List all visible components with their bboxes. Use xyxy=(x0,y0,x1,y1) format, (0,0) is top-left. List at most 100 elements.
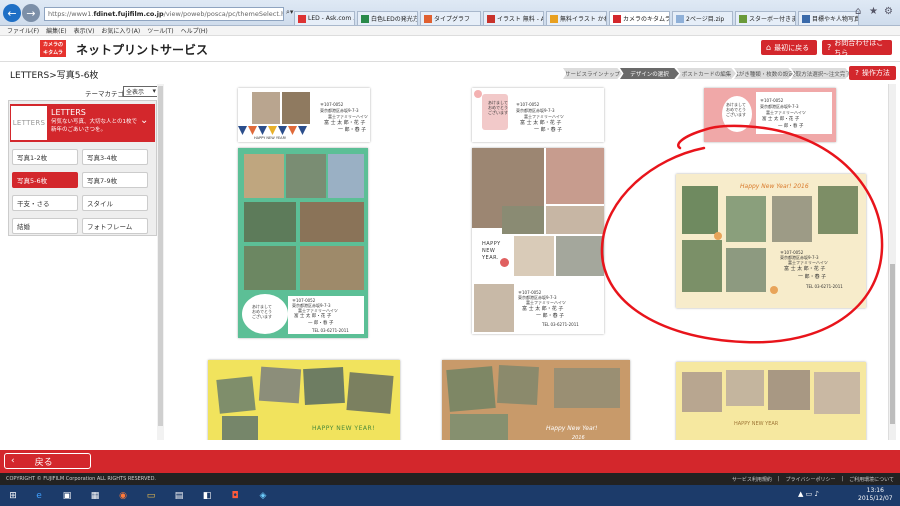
back-arrow-icon[interactable]: ← xyxy=(3,4,21,22)
design-card[interactable]: あけまして おめでとう ございます 〒107-0052 東京都港区赤坂9-7-3… xyxy=(238,148,368,338)
browser-tab[interactable]: カメラのキタムラ... xyxy=(609,11,670,25)
media-icon[interactable]: ◉ xyxy=(112,488,134,504)
design-card[interactable]: あけまして おめでとう ございます 〒107-0052 東京都港区赤坂9-7-3… xyxy=(472,88,604,142)
folder-icon[interactable]: ▭ xyxy=(140,488,162,504)
return-to-start-button[interactable]: ⌂ 最初に戻る xyxy=(761,40,817,55)
howto-button[interactable]: ? 操作方法 xyxy=(849,66,896,80)
footer-bar xyxy=(0,450,900,473)
chevron-left-icon: ‹ xyxy=(11,456,15,466)
design-card[interactable]: HAPPY NEW YEAR. 〒107-0052 東京都港区赤坂9-7-3 富… xyxy=(472,148,604,334)
windows-start-icon[interactable]: ⊞ xyxy=(2,488,24,504)
category-select[interactable]: 全表示 xyxy=(123,86,158,97)
link-environment[interactable]: ご利用環境について xyxy=(849,476,894,483)
browser-tab[interactable]: LED - Ask.com ... xyxy=(294,11,355,25)
photo-thumb xyxy=(328,154,364,198)
browser-tab-label: カメラのキタムラ... xyxy=(623,16,670,23)
category-button[interactable]: 写真1-2枚 xyxy=(12,149,78,165)
browser-tab[interactable]: 白色LEDの発光方... xyxy=(357,11,418,25)
menu-file[interactable]: ファイル(F) xyxy=(7,26,39,35)
browser-tab-label: 2ページ目.zip xyxy=(686,16,725,23)
address-text: 東京都港区赤坂9-7-3 xyxy=(516,108,555,113)
design-card[interactable]: HAPPY NEW YEAR! xyxy=(208,360,400,440)
browser-tab-label: イラスト 無料 - A... xyxy=(497,16,543,23)
photo-thumb xyxy=(450,414,508,440)
left-scrollbar[interactable] xyxy=(157,84,164,440)
logo-text-1: カメラの xyxy=(42,42,63,48)
clock[interactable]: 13:16 2015/12/07 xyxy=(858,487,893,503)
favicon-icon xyxy=(487,14,495,23)
favicon-icon xyxy=(424,14,432,23)
app-icon[interactable]: ▤ xyxy=(168,488,190,504)
address-bar[interactable]: https://www1. fdinet.fujifilm.co.jp/view/… xyxy=(44,7,284,21)
right-scrollbar[interactable] xyxy=(888,84,896,440)
menu-help[interactable]: ヘルプ(H) xyxy=(181,26,208,35)
clock-time: 13:16 xyxy=(866,487,884,494)
design-card[interactable]: HAPPY NEW YEAR! 〒107-0052 東京都港区赤坂9-7-3 富… xyxy=(238,88,370,142)
category-button[interactable]: 写真3-4枚 xyxy=(82,149,148,165)
photo-thumb xyxy=(682,372,722,412)
forward-arrow-icon[interactable]: → xyxy=(22,4,40,22)
photo-thumb xyxy=(726,370,764,406)
letters-description: 何気ない写真、大切な人との1枚で新年のごあいさつを。 xyxy=(51,119,137,133)
category-selected: 全表示 xyxy=(126,89,145,96)
chevron-down-icon[interactable]: ⌄ xyxy=(140,115,148,126)
photo-thumb xyxy=(222,416,258,440)
favicon-icon xyxy=(550,14,558,23)
progress-step: はがき種類・枚数の設定 xyxy=(734,68,793,79)
design-card[interactable]: HAPPY NEW YEAR xyxy=(676,362,866,440)
app-icon[interactable]: ◈ xyxy=(252,488,274,504)
browser-tab[interactable]: イラスト 無料 - A... xyxy=(483,11,544,25)
design-card[interactable]: Happy New Year! 2016 xyxy=(442,360,630,440)
browser-tab[interactable]: 2ページ目.zip xyxy=(672,11,733,25)
progress-step: 受取方法選択〜注文完了 xyxy=(791,68,850,79)
photo-thumb xyxy=(300,202,364,242)
category-button[interactable]: 干支・さる xyxy=(12,195,78,211)
tel-text: TEL 03-6271-2011 xyxy=(542,322,579,327)
bunting-decoration xyxy=(238,126,307,135)
kitamura-logo[interactable]: カメラの キタムラ xyxy=(40,40,66,57)
browser-tab[interactable]: タイプグラフ xyxy=(420,11,481,25)
favicon-icon xyxy=(739,14,747,23)
menu-view[interactable]: 表示(V) xyxy=(74,26,95,35)
menu-favorites[interactable]: お気に入り(A) xyxy=(101,26,140,35)
photo-thumb xyxy=(446,366,496,412)
browser-tab-label: 目標やキ人物写真... xyxy=(812,16,859,23)
gear-icon[interactable]: ⚙ xyxy=(884,6,893,17)
search-icon[interactable]: ⌕▾ xyxy=(286,8,293,17)
contact-button[interactable]: ? お問合わせはこちら xyxy=(822,39,892,57)
menu-bar: ファイル(F) 編集(E) 表示(V) お気に入り(A) ツール(T) ヘルプ(… xyxy=(0,26,900,36)
menu-edit[interactable]: 編集(E) xyxy=(46,26,66,35)
category-button[interactable]: 写真5-6枚 xyxy=(12,172,78,188)
browser-tab[interactable]: スターボー付きまくれ... xyxy=(735,11,796,25)
greeting-kana: あけまして おめでとう ございます xyxy=(488,100,508,115)
app-icon[interactable]: ▦ xyxy=(84,488,106,504)
link-terms[interactable]: サービス利用規約 xyxy=(732,476,772,483)
postal-code: 〒107-0052 xyxy=(760,98,784,103)
photo-thumb xyxy=(502,206,544,234)
app-icon[interactable]: ▣ xyxy=(56,488,78,504)
browser-tab[interactable]: 無料イラスト かわい... xyxy=(546,11,607,25)
browser-tab[interactable]: 目標やキ人物写真... xyxy=(798,11,859,25)
names-text-2: 一 郎・春 子 xyxy=(536,313,565,319)
tray-icons[interactable]: ▲ ▭ ♪ xyxy=(798,490,819,498)
app-icon[interactable]: ◘ xyxy=(224,488,246,504)
address-text: 東京都港区赤坂9-7-3 xyxy=(760,104,799,109)
url-path: /view/poweb/posca/pc/themeSelect.htm xyxy=(163,10,284,18)
category-button[interactable]: スタイル xyxy=(82,195,148,211)
names-text: 富 士 太 郎・花 子 xyxy=(520,120,562,126)
favicon-icon xyxy=(802,14,810,23)
category-button[interactable]: 写真7-9枚 xyxy=(82,172,148,188)
back-button[interactable]: ‹ 戻る xyxy=(4,453,91,469)
favorites-star-icon[interactable]: ★ xyxy=(869,6,878,17)
category-button[interactable]: フォトフレーム xyxy=(82,218,148,234)
names-text-2: 一 郎・春 子 xyxy=(534,127,563,133)
greeting-text: HAPPY NEW YEAR xyxy=(734,421,779,427)
home-icon[interactable]: ⌂ xyxy=(855,6,861,17)
photo-thumb xyxy=(497,364,539,406)
link-privacy[interactable]: プライバシーポリシー xyxy=(786,476,836,483)
menu-tools[interactable]: ツール(T) xyxy=(147,26,173,35)
names-text-2: 一 郎・春 子 xyxy=(338,127,367,133)
app-icon[interactable]: ◧ xyxy=(196,488,218,504)
ie-browser-icon[interactable]: e xyxy=(28,488,50,504)
category-button[interactable]: 結婚 xyxy=(12,218,78,234)
